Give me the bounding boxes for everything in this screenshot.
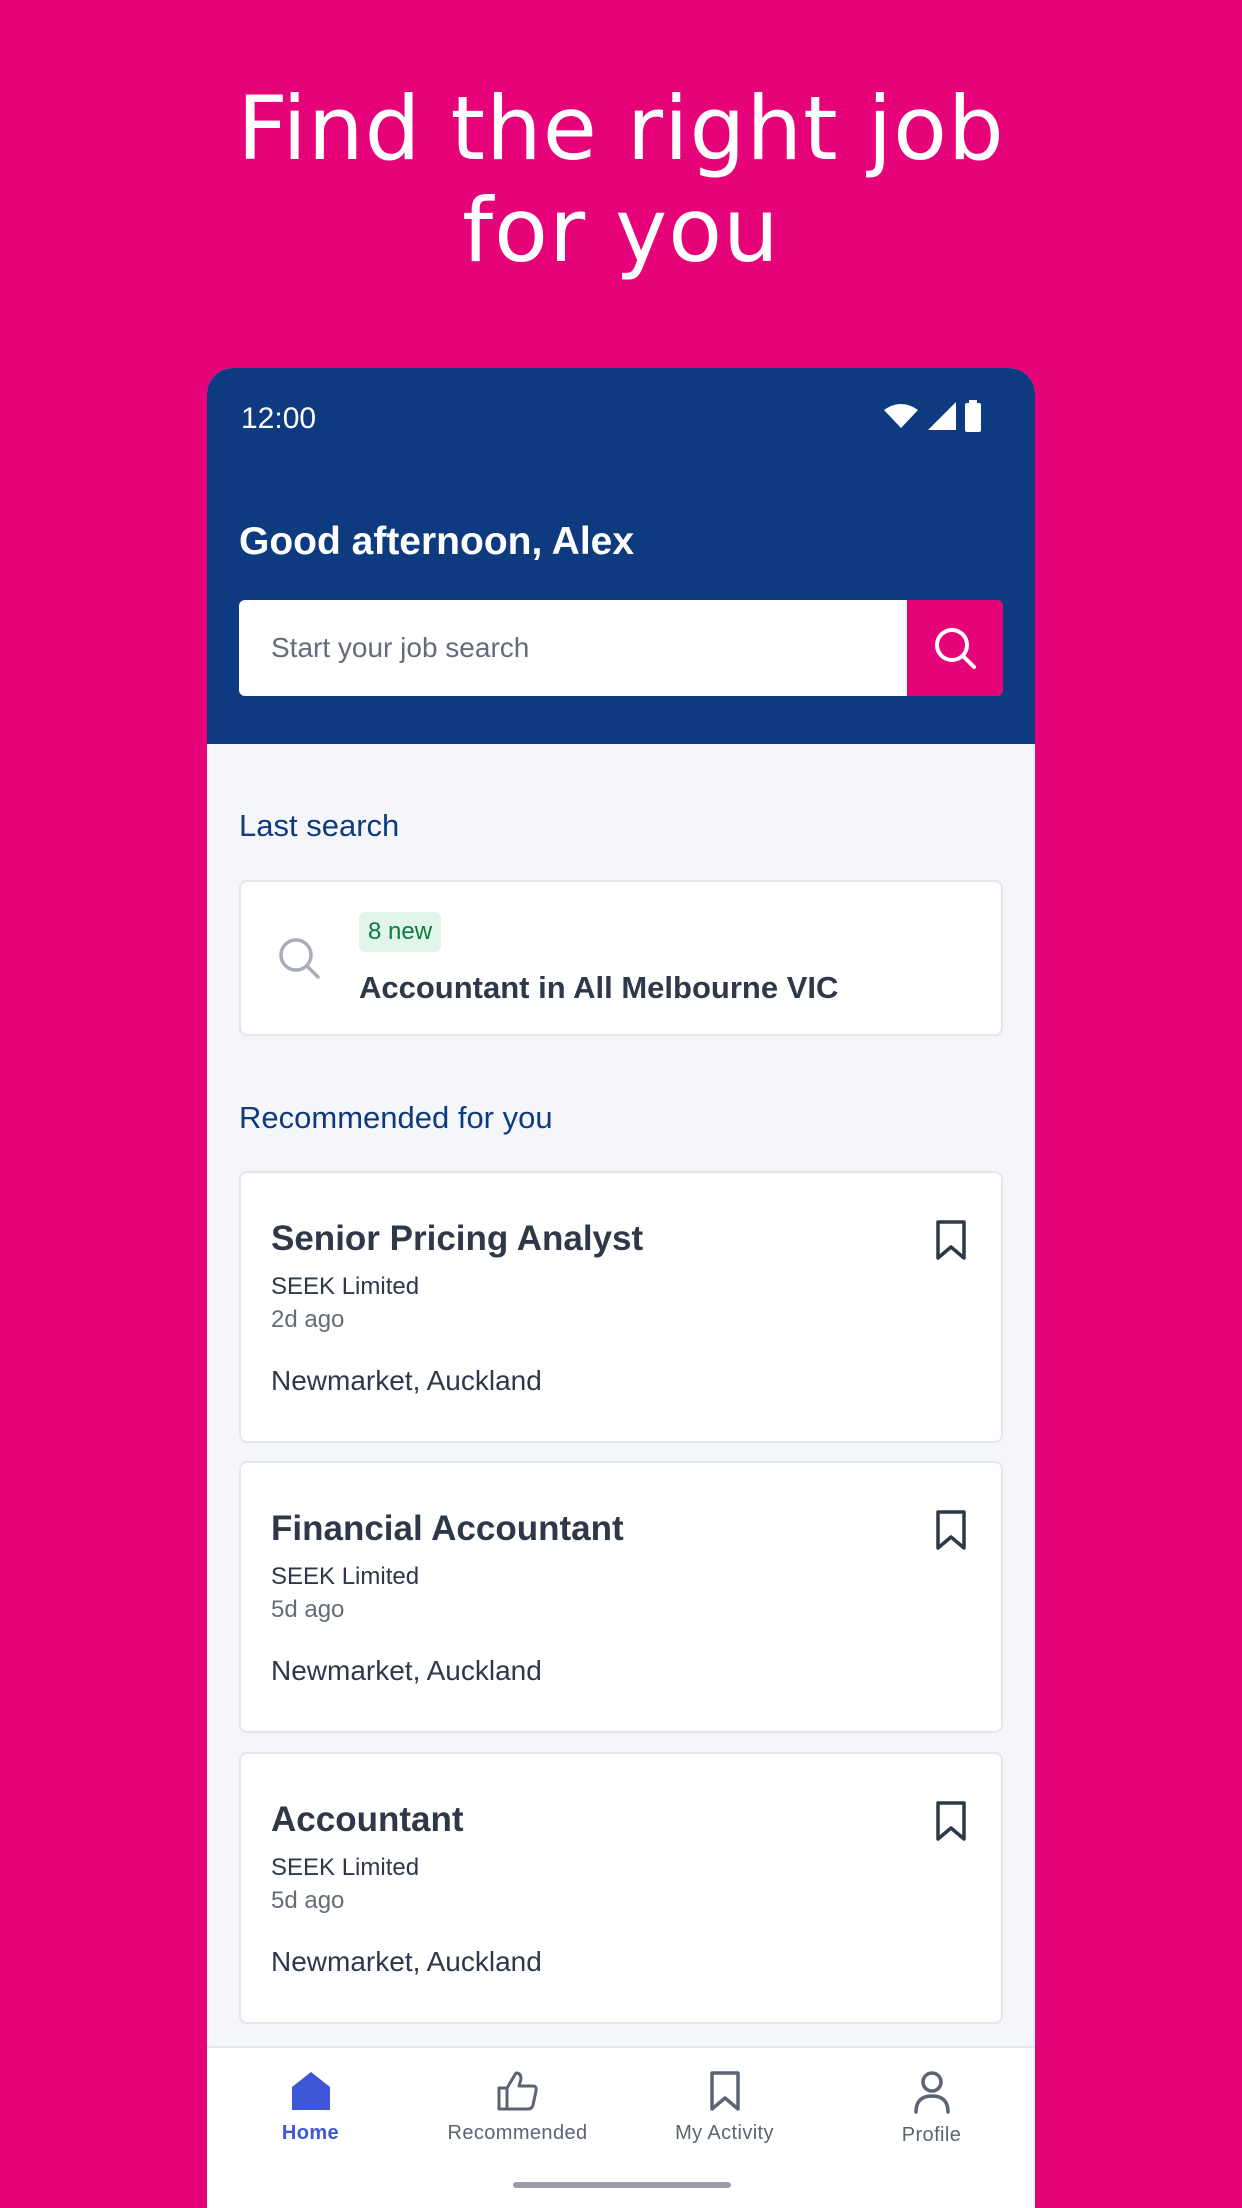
job-posted-age: 5d ago	[271, 1596, 345, 1623]
job-posted-age: 5d ago	[271, 1887, 345, 1914]
job-company: SEEK Limited	[271, 1273, 420, 1300]
hero-heading: Find the right job for you	[0, 78, 1242, 282]
job-company: SEEK Limited	[271, 1563, 420, 1590]
last-search-card[interactable]: 8 new Accountant in All Melbourne VIC	[239, 880, 1003, 1036]
bookmark-icon[interactable]	[935, 1509, 967, 1551]
hero-line-1: Find the right job	[237, 77, 1005, 180]
nav-item-home[interactable]: Home	[207, 2048, 414, 2208]
bookmark-icon[interactable]	[935, 1800, 967, 1842]
job-title: Senior Pricing Analyst	[271, 1219, 644, 1258]
cell-signal-icon	[928, 402, 956, 430]
last-search-heading: Last search	[239, 808, 400, 843]
job-title: Accountant	[271, 1800, 464, 1839]
search-input[interactable]	[271, 632, 907, 664]
bookmark-icon	[709, 2071, 740, 2111]
search-icon	[935, 628, 976, 669]
wifi-icon	[884, 404, 918, 428]
new-results-badge: 8 new	[359, 912, 442, 952]
bookmark-icon[interactable]	[935, 1219, 967, 1261]
app-header: 12:00 Good afternoon, Alex	[207, 368, 1035, 744]
greeting: Good afternoon, Alex	[239, 520, 635, 563]
hero-line-2: for you	[462, 179, 780, 282]
status-time: 12:00	[241, 402, 317, 435]
job-location: Newmarket, Auckland	[271, 1655, 542, 1686]
job-card[interactable]: Senior Pricing Analyst SEEK Limited 2d a…	[239, 1171, 1003, 1443]
home-indicator[interactable]	[513, 2182, 731, 2188]
search-icon	[279, 938, 320, 979]
search-field[interactable]	[239, 600, 907, 696]
job-location: Newmarket, Auckland	[271, 1946, 542, 1977]
phone-screen: 12:00 Good afternoon, Alex Last search	[207, 368, 1035, 2208]
nav-label: My Activity	[675, 2122, 774, 2144]
nav-item-profile[interactable]: Profile	[828, 2048, 1035, 2208]
home-icon	[291, 2072, 330, 2110]
status-icons	[883, 400, 981, 432]
recommended-heading: Recommended for you	[239, 1100, 553, 1135]
nav-label: Home	[281, 2122, 340, 2144]
last-search-query: Accountant in All Melbourne VIC	[359, 970, 839, 1005]
job-location: Newmarket, Auckland	[271, 1365, 542, 1396]
nav-label: Recommended	[447, 2122, 588, 2144]
search-button[interactable]	[907, 600, 1003, 696]
job-posted-age: 2d ago	[271, 1306, 345, 1333]
job-card[interactable]: Accountant SEEK Limited 5d ago Newmarket…	[239, 1752, 1003, 2024]
job-title: Financial Accountant	[271, 1509, 624, 1548]
battery-icon	[965, 400, 981, 432]
job-card[interactable]: Financial Accountant SEEK Limited 5d ago…	[239, 1461, 1003, 1733]
thumbs-up-icon	[497, 2071, 538, 2111]
job-company: SEEK Limited	[271, 1854, 420, 1881]
person-icon	[913, 2071, 950, 2114]
nav-label: Profile	[901, 2124, 962, 2146]
